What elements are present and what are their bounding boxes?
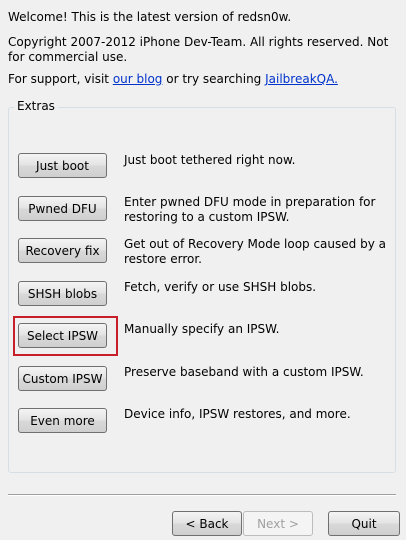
select-ipsw-button[interactable]: Select IPSW — [18, 323, 107, 348]
copyright-text-line2: for commercial use. — [8, 50, 128, 64]
copyright-text-line1: Copyright 2007-2012 iPhone Dev-Team. All… — [8, 35, 389, 49]
support-middle: or try searching — [162, 72, 266, 86]
back-button[interactable]: < Back — [172, 511, 242, 536]
description-line: Device info, IPSW restores, and more. — [124, 407, 351, 421]
just-boot-button[interactable]: Just boot — [18, 153, 107, 178]
welcome-text: Welcome! This is the latest version of r… — [8, 10, 292, 24]
just-boot-description: Just boot tethered right now. — [124, 153, 394, 168]
description-line: Preserve baseband with a custom IPSW. — [124, 365, 364, 379]
next-button[interactable]: Next > — [243, 511, 313, 536]
pwned-dfu-button[interactable]: Pwned DFU — [18, 196, 107, 221]
pwned-dfu-description: Enter pwned DFU mode in preparation for … — [124, 195, 394, 225]
shsh-blobs-button[interactable]: SHSH blobs — [18, 281, 107, 306]
custom-ipsw-button[interactable]: Custom IPSW — [18, 366, 107, 391]
footer-separator — [8, 494, 396, 496]
custom-ipsw-description: Preserve baseband with a custom IPSW. — [124, 365, 394, 380]
description-line: restore error. — [124, 252, 202, 266]
our-blog-link[interactable]: our blog — [113, 72, 163, 86]
support-line: For support, visit our blog or try searc… — [8, 72, 338, 86]
extras-group-title: Extras — [14, 99, 58, 113]
description-line: Just boot tethered right now. — [124, 153, 296, 167]
even-more-description: Device info, IPSW restores, and more. — [124, 407, 394, 422]
quit-button[interactable]: Quit — [328, 511, 400, 536]
jailbreakqa-link[interactable]: JailbreakQA. — [265, 72, 338, 86]
description-line: Fetch, verify or use SHSH blobs. — [124, 280, 317, 294]
description-line: restoring to a custom IPSW. — [124, 210, 290, 224]
support-prefix: For support, visit — [8, 72, 113, 86]
recovery-fix-button[interactable]: Recovery fix — [18, 238, 107, 263]
description-line: Get out of Recovery Mode loop caused by … — [124, 237, 386, 251]
description-line: Enter pwned DFU mode in preparation for — [124, 195, 376, 209]
even-more-button[interactable]: Even more — [18, 408, 107, 433]
recovery-fix-description: Get out of Recovery Mode loop caused by … — [124, 237, 394, 267]
shsh-blobs-description: Fetch, verify or use SHSH blobs. — [124, 280, 394, 295]
select-ipsw-description: Manually specify an IPSW. — [124, 322, 394, 337]
description-line: Manually specify an IPSW. — [124, 322, 280, 336]
